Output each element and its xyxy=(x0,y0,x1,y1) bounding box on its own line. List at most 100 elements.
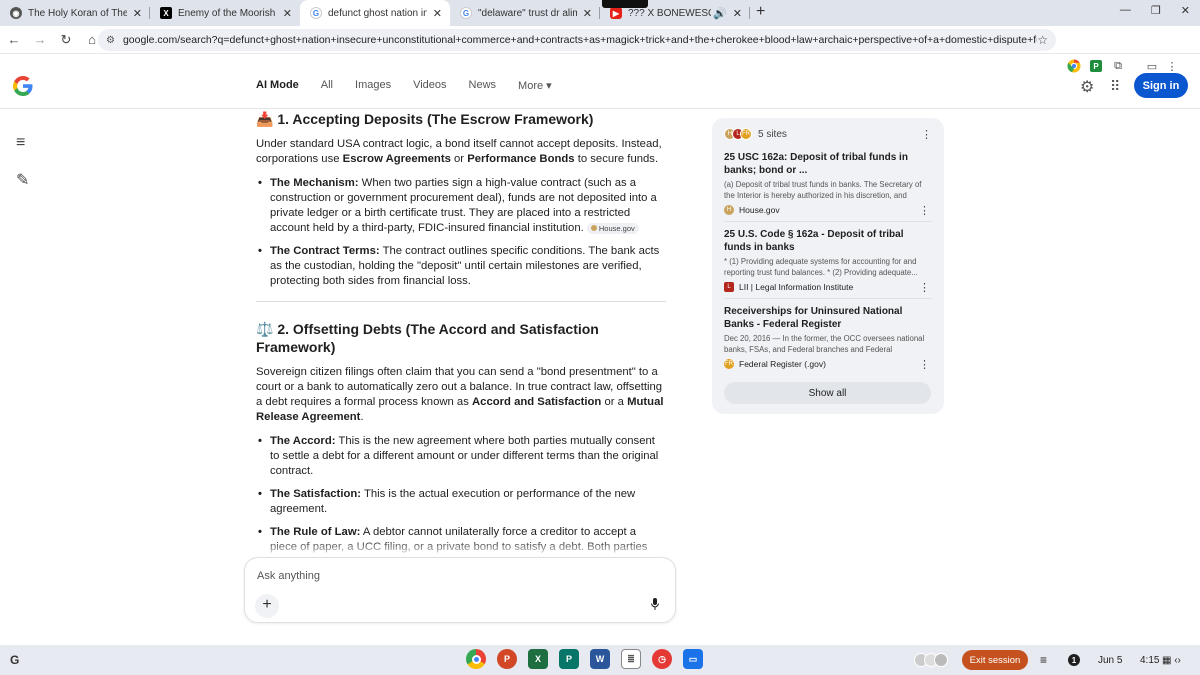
show-all-button[interactable]: Show all xyxy=(724,382,931,404)
tab-delaware-trust[interactable]: G "delaware" trust dr alim bey - G ✕ xyxy=(450,0,600,26)
window-controls: — ❐ ✕ xyxy=(1120,4,1190,17)
tab-defunct-ghost-nation[interactable]: G defunct ghost nation insecure ✕ xyxy=(300,0,450,26)
extensions-puzzle-icon[interactable]: ⧉ xyxy=(1110,58,1126,74)
toolbar: ← → ↻ ⌂ ⚙ google.com/search?q=defunct+gh… xyxy=(0,26,1200,73)
tab-enemy-moorish[interactable]: X Enemy of the Moorish Nation, ✕ xyxy=(150,0,300,26)
sources-header[interactable]: H L FR 5 sites ⋮ xyxy=(724,127,932,141)
house-gov-icon: H xyxy=(724,205,734,215)
excel-app-icon[interactable]: X xyxy=(528,649,548,669)
ask-input[interactable]: Ask anything xyxy=(257,570,320,582)
source-card[interactable]: 25 U.S. Code § 162a - Deposit of tribal … xyxy=(724,222,932,299)
settings-gear-icon[interactable]: ⚙ xyxy=(1080,77,1094,97)
date-text[interactable]: Jun 5 xyxy=(1098,645,1122,675)
new-chat-icon[interactable]: ✎ xyxy=(16,170,29,190)
word-app-icon[interactable]: W xyxy=(590,649,610,669)
powerpoint-app-icon[interactable]: P xyxy=(497,649,517,669)
inbox-tray-icon: 📥 xyxy=(256,111,274,127)
globe-icon: ◉ xyxy=(10,7,22,19)
source-title[interactable]: Receiverships for Uninsured National Ban… xyxy=(724,305,932,331)
restore-icon[interactable]: ❐ xyxy=(1151,4,1161,17)
close-tab-icon[interactable]: ✕ xyxy=(133,7,142,20)
launcher-button[interactable]: G xyxy=(10,653,19,667)
apps-grid-icon[interactable]: ⠿ xyxy=(1110,78,1120,95)
time-text[interactable]: 4:15 xyxy=(1140,645,1159,675)
source-card[interactable]: Receiverships for Uninsured National Ban… xyxy=(724,299,932,375)
tab-holy-koran[interactable]: ◉ The Holy Koran of The Moorish ✕ xyxy=(0,0,150,26)
scroll-fade xyxy=(256,540,666,557)
minimize-icon[interactable]: — xyxy=(1120,4,1131,17)
house-gov-icon xyxy=(590,225,597,232)
bookmark-star-icon[interactable]: ☆ xyxy=(1037,33,1048,47)
history-list-icon[interactable]: ≡ xyxy=(16,134,25,152)
source-snippet: * (1) Providing adequate systems for acc… xyxy=(724,257,918,277)
source-card[interactable]: 25 USC 162a: Deposit of tribal funds in … xyxy=(724,145,932,222)
sources-count: 5 sites xyxy=(758,128,787,140)
section-heading: ⚖️ 2. Offsetting Debts (The Accord and S… xyxy=(256,321,599,355)
source-site: FR Federal Register (.gov) ⋮ xyxy=(724,358,930,371)
tab-strip: ◉ The Holy Koran of The Moorish ✕ X Enem… xyxy=(0,0,1200,26)
more-options-icon[interactable]: ⋮ xyxy=(921,128,932,141)
more-options-icon[interactable]: ⋮ xyxy=(919,281,930,294)
tab-all[interactable]: All xyxy=(321,79,333,92)
forward-icon[interactable]: → xyxy=(28,32,52,47)
address-bar[interactable]: ⚙ google.com/search?q=defunct+ghost+nati… xyxy=(98,29,1056,51)
more-options-icon[interactable]: ⋮ xyxy=(919,358,930,371)
camera-notch xyxy=(602,0,648,8)
cast-icon[interactable]: ▭ xyxy=(1144,58,1160,74)
publisher-app-icon[interactable]: P xyxy=(559,649,579,669)
microphone-icon[interactable] xyxy=(651,598,659,610)
tab-news[interactable]: News xyxy=(469,79,497,92)
close-window-icon[interactable]: ✕ xyxy=(1181,4,1190,17)
source-title[interactable]: 25 U.S. Code § 162a - Deposit of tribal … xyxy=(724,228,932,254)
ask-box[interactable]: Ask anything + xyxy=(244,557,676,623)
timer-app-icon[interactable]: ◷ xyxy=(652,649,672,669)
x-logo-icon: X xyxy=(160,7,172,19)
source-title[interactable]: 25 USC 162a: Deposit of tribal funds in … xyxy=(724,151,932,177)
bullet-list: The Mechanism: When two parties sign a h… xyxy=(256,176,666,289)
notes-icon[interactable]: ≡ xyxy=(1040,645,1047,675)
citation-chip[interactable]: House.gov xyxy=(586,222,639,234)
bullet-list: The Accord: This is the new agreement wh… xyxy=(256,434,666,557)
source-snippet: (a) Deposit of tribal trust funds in ban… xyxy=(724,180,922,200)
new-tab-button[interactable]: + xyxy=(756,0,765,26)
more-options-icon[interactable]: ⋮ xyxy=(919,204,930,217)
google-icon: G xyxy=(310,7,322,19)
menu-dots-icon[interactable]: ⋮ xyxy=(1164,58,1180,74)
tab-title: defunct ghost nation insecure xyxy=(328,7,427,19)
section-heading: 📥 1. Accepting Deposits (The Escrow Fram… xyxy=(256,111,594,127)
url-text[interactable]: google.com/search?q=defunct+ghost+nation… xyxy=(123,34,1037,46)
source-site: H House.gov ⋮ xyxy=(724,204,932,217)
tab-ai-mode[interactable]: AI Mode xyxy=(256,79,299,92)
tab-videos[interactable]: Videos xyxy=(413,79,446,92)
extension-green-icon[interactable]: P xyxy=(1088,58,1104,74)
notification-icon[interactable]: 1 xyxy=(1068,645,1080,675)
tab-more[interactable]: More ▾ xyxy=(518,79,552,92)
exit-session-button[interactable]: Exit session xyxy=(962,650,1028,670)
chrome-app-icon[interactable] xyxy=(466,649,486,669)
site-info-icon[interactable]: ⚙ xyxy=(106,35,115,46)
list-item: The Contract Terms: The contract outline… xyxy=(256,244,666,289)
add-attachment-button[interactable]: + xyxy=(255,594,279,618)
back-icon[interactable]: ← xyxy=(2,32,26,47)
speaker-icon[interactable]: 🔊 xyxy=(713,7,727,20)
google-logo[interactable] xyxy=(12,72,34,104)
tab-title: Enemy of the Moorish Nation, xyxy=(178,7,277,19)
extension-chrome-icon[interactable] xyxy=(1066,58,1082,74)
list-item: The Accord: This is the new agreement wh… xyxy=(256,434,666,479)
tab-title: ??? X BONEWESO - "CRESC xyxy=(628,7,712,19)
close-tab-icon[interactable]: ✕ xyxy=(583,7,592,20)
close-tab-icon[interactable]: ✕ xyxy=(433,7,442,20)
close-tab-icon[interactable]: ✕ xyxy=(733,7,742,20)
federal-register-icon: FR xyxy=(740,128,752,140)
source-site: L LII | Legal Information Institute ⋮ xyxy=(724,281,932,294)
close-tab-icon[interactable]: ✕ xyxy=(283,7,292,20)
sign-in-button[interactable]: Sign in xyxy=(1134,73,1188,98)
tray-avatars[interactable] xyxy=(914,645,948,675)
lii-icon: L xyxy=(724,282,734,292)
tab-images[interactable]: Images xyxy=(355,79,391,92)
files-app-icon[interactable]: ▭ xyxy=(683,649,703,669)
status-icons[interactable]: ▦ ‹› xyxy=(1162,645,1181,675)
docs-app-icon[interactable]: ≣ xyxy=(621,649,641,669)
source-snippet: Dec 20, 2016 — In the former, the OCC ov… xyxy=(724,334,925,354)
reload-icon[interactable]: ↻ xyxy=(54,32,78,48)
